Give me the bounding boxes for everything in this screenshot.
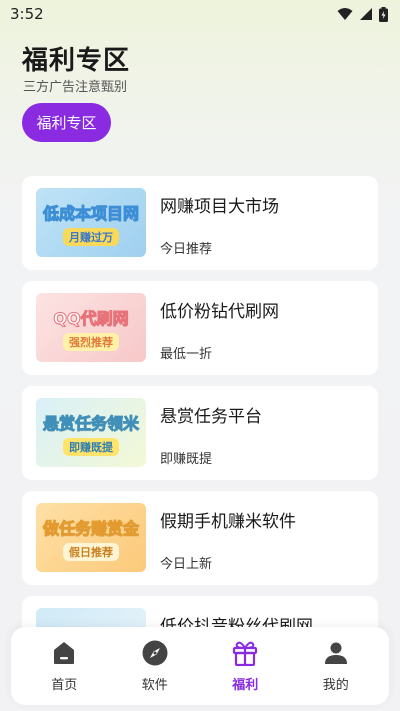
gift-icon bbox=[232, 640, 258, 666]
welfare-zone-button[interactable]: 福利专区 bbox=[22, 103, 111, 142]
item-title: 假期手机赚米软件 bbox=[160, 512, 296, 532]
thumbnail-subtitle: 即赚既提 bbox=[63, 437, 119, 456]
item-thumbnail: QQ代刷网 强烈推荐 bbox=[36, 293, 146, 362]
nav-item-welfare[interactable]: 福利 bbox=[205, 640, 285, 693]
item-title: 低价粉钻代刷网 bbox=[160, 302, 279, 322]
user-icon bbox=[323, 640, 349, 666]
item-subtitle: 今日上新 bbox=[160, 557, 213, 572]
item-thumbnail: 悬赏任务领米 即赚既提 bbox=[36, 398, 146, 467]
list-item[interactable]: 做任务赚赏金 假日推荐 假期手机赚米软件 今日上新 bbox=[22, 491, 378, 585]
status-bar: 3:52 bbox=[0, 0, 400, 28]
item-subtitle: 今日推荐 bbox=[160, 242, 213, 257]
thumbnail-title: 低成本项目网 bbox=[42, 203, 139, 223]
item-title: 网赚项目大市场 bbox=[160, 197, 279, 217]
list-item[interactable]: 悬赏任务领米 即赚既提 悬赏任务平台 即赚既提 bbox=[22, 386, 378, 480]
thumbnail-title: 悬赏任务领米 bbox=[42, 413, 139, 433]
home-icon bbox=[51, 640, 77, 666]
item-thumbnail: 低成本项目网 月赚过万 bbox=[36, 188, 146, 257]
nav-label: 福利 bbox=[232, 677, 259, 693]
list-item[interactable]: 低成本项目网 月赚过万 网赚项目大市场 今日推荐 bbox=[22, 176, 378, 270]
bottom-nav: 首页 软件 福利 我的 bbox=[11, 627, 389, 705]
thumbnail-title: 做任务赚赏金 bbox=[42, 518, 139, 538]
item-subtitle: 最低一折 bbox=[160, 347, 213, 362]
item-title: 悬赏任务平台 bbox=[160, 407, 262, 427]
nav-item-home[interactable]: 首页 bbox=[24, 640, 104, 693]
nav-label: 首页 bbox=[51, 677, 78, 693]
item-subtitle: 即赚既提 bbox=[160, 452, 213, 467]
page-title: 福利专区 bbox=[22, 46, 131, 76]
nav-item-software[interactable]: 软件 bbox=[115, 640, 195, 693]
wifi-icon bbox=[337, 8, 353, 20]
status-icons bbox=[337, 6, 388, 22]
nav-item-profile[interactable]: 我的 bbox=[296, 640, 376, 693]
nav-label: 软件 bbox=[141, 677, 168, 693]
page-subtitle: 三方广告注意甄别 bbox=[23, 80, 128, 95]
battery-icon bbox=[379, 6, 388, 22]
thumbnail-subtitle: 月赚过万 bbox=[63, 227, 119, 246]
status-time: 3:52 bbox=[10, 5, 44, 23]
item-thumbnail: 做任务赚赏金 假日推荐 bbox=[36, 503, 146, 572]
nav-label: 我的 bbox=[322, 677, 349, 693]
thumbnail-subtitle: 假日推荐 bbox=[63, 542, 119, 561]
list-item[interactable]: QQ代刷网 强烈推荐 低价粉钻代刷网 最低一折 bbox=[22, 281, 378, 375]
thumbnail-subtitle: 强烈推荐 bbox=[63, 332, 119, 351]
signal-icon bbox=[360, 8, 372, 20]
thumbnail-title: QQ代刷网 bbox=[53, 308, 129, 328]
compass-icon bbox=[142, 640, 168, 666]
